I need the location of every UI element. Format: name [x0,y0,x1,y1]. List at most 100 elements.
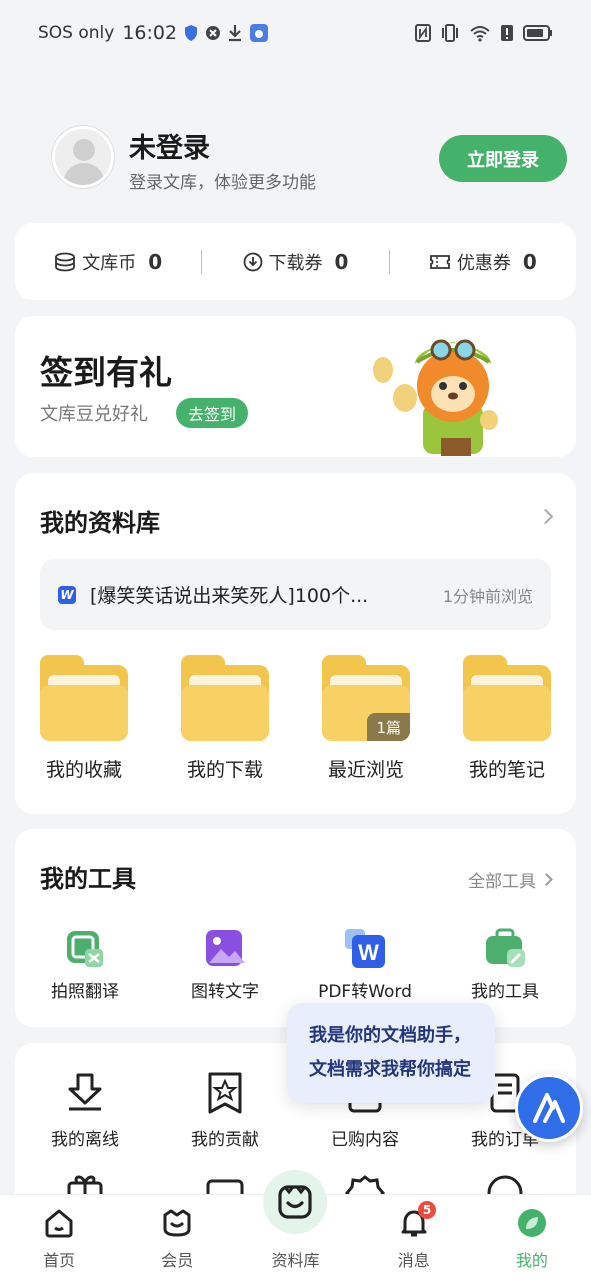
stat-coupons[interactable]: 优惠券 0 [390,249,576,275]
word-doc-icon: W [58,585,76,604]
offline-download-icon [68,1073,102,1111]
tab-label: 会员 [161,1251,194,1270]
tab-label: 资料库 [271,1251,320,1270]
svg-text:W: W [358,940,379,965]
my-tools-card: 我的工具 全部工具 拍照翻译 图转文字 W PDF转Word 我的工具 [15,829,576,1027]
folder-label: 最近浏览 [327,759,404,781]
signin-button[interactable]: 去签到 [176,398,249,428]
tool-label: 拍照翻译 [51,982,119,1002]
service-label: 我的离线 [51,1130,119,1150]
download-icon [229,25,242,42]
clock: 16:02 [122,22,178,44]
message-count-badge: 5 [418,1201,436,1219]
app-notification-icon [250,24,269,42]
folder-icon: 1篇 [322,655,410,741]
blocked-icon [206,26,221,40]
tools-title: 我的工具 [40,865,136,893]
avatar[interactable] [52,126,114,188]
user-name: 未登录 [129,133,210,164]
stat-label: 优惠券 [456,252,511,274]
tools-row: 拍照翻译 图转文字 W PDF转Word 我的工具 [15,927,576,1002]
alert-icon [501,25,513,41]
assistant-line-1: 我是你的文档助手， [309,1025,471,1046]
folder-notes[interactable]: 我的笔记 [463,655,551,782]
assistant-line-2: 文档需求我帮你搞定 [309,1059,471,1080]
folder-recent[interactable]: 1篇 最近浏览 [322,655,410,782]
service-offline[interactable]: 我的离线 [15,1071,155,1150]
login-button[interactable]: 立即登录 [439,135,567,182]
recent-doc-title: [爆笑笑话说出来笑死人]100个... [90,585,369,607]
folder-label: 我的收藏 [45,759,122,781]
signin-title: 签到有礼 [40,353,172,392]
contribution-star-icon [208,1072,242,1114]
toolbox-icon [486,928,525,967]
tool-pdf-to-word[interactable]: W PDF转Word [295,927,435,1002]
folder-row: 我的收藏 我的下载 1篇 最近浏览 我的笔记 [40,655,551,782]
tool-label: 图转文字 [191,982,259,1002]
stat-value: 0 [148,249,163,274]
assistant-tooltip[interactable]: 我是你的文档助手， 文档需求我帮你搞定 [287,1003,495,1103]
tool-label: PDF转Word [318,982,412,1002]
stat-label: 文库币 [82,252,137,274]
tool-image-to-text[interactable]: 图转文字 [155,927,295,1002]
tab-home[interactable]: 首页 [0,1195,118,1280]
tab-vip[interactable]: 会员 [118,1195,236,1280]
library-title: 我的资料库 [40,509,160,537]
ticket-icon [429,254,450,269]
vibrate-icon [442,24,458,42]
coin-stack-icon [55,252,76,271]
chevron-right-icon[interactable] [537,508,554,525]
library-center-button[interactable] [263,1170,327,1234]
carrier-text: SOS only [38,23,115,43]
profile-header: 未登录 登录文库，体验更多功能 立即登录 [52,126,568,193]
assistant-float-button[interactable] [515,1074,583,1142]
folder-icon [40,655,128,741]
wifi-icon [470,26,490,42]
shield-icon [185,25,198,41]
image-to-text-icon [206,930,245,966]
folder-downloads[interactable]: 我的下载 [181,655,269,782]
photo-translate-icon [67,931,103,967]
library-icon [278,1185,312,1219]
download-circle-icon [243,252,262,271]
chevron-right-icon [540,873,553,886]
stat-value: 0 [334,249,349,274]
asset-stats-card: 文库币 0 下载券 0 优惠券 0 [15,223,576,300]
folder-icon [463,655,551,741]
pdf-to-word-icon: W [345,929,385,968]
folder-favorites[interactable]: 我的收藏 [40,655,128,782]
service-label: 我的贡献 [191,1130,259,1150]
tab-label: 消息 [397,1251,430,1270]
battery-icon [523,25,552,41]
assistant-logo-icon [533,1093,565,1123]
my-library-card: 我的资料库 W [爆笑笑话说出来笑死人]100个... 1分钟前浏览 我的收藏 … [15,473,576,814]
tab-profile[interactable]: 我的 [473,1195,591,1280]
profile-leaf-icon [517,1209,546,1237]
all-tools-link[interactable]: 全部工具 [468,867,553,892]
recent-doc-time: 1分钟前浏览 [442,586,533,606]
folder-label: 我的笔记 [468,759,545,781]
tool-photo-translate[interactable]: 拍照翻译 [15,927,155,1002]
recent-document[interactable]: W [爆笑笑话说出来笑死人]100个... 1分钟前浏览 [40,559,551,630]
folder-count-badge: 1篇 [367,713,410,741]
status-bar: SOS only 16:02 [0,0,591,66]
stat-download-vouchers[interactable]: 下载券 0 [202,249,388,275]
signin-card[interactable]: 签到有礼 文库豆兑好礼 去签到 [15,316,576,457]
nfc-icon [415,24,431,42]
tab-messages[interactable]: 消息 [355,1195,473,1280]
folder-label: 我的下载 [186,759,263,781]
service-contribution[interactable]: 我的贡献 [155,1071,295,1150]
tool-my-tools[interactable]: 我的工具 [435,927,575,1002]
stat-label: 下载券 [268,252,323,274]
tab-label: 首页 [43,1251,76,1270]
stat-coins[interactable]: 文库币 0 [15,249,201,275]
signin-subtitle: 文库豆兑好礼 [40,404,148,425]
tab-label: 我的 [515,1251,548,1270]
all-tools-label: 全部工具 [468,872,536,892]
vip-icon [163,1209,191,1237]
mascot-illustration [373,339,498,456]
tool-label: 我的工具 [471,982,539,1002]
home-icon [45,1209,73,1238]
service-label: 已购内容 [331,1130,399,1150]
login-hint: 登录文库，体验更多功能 [129,173,316,193]
